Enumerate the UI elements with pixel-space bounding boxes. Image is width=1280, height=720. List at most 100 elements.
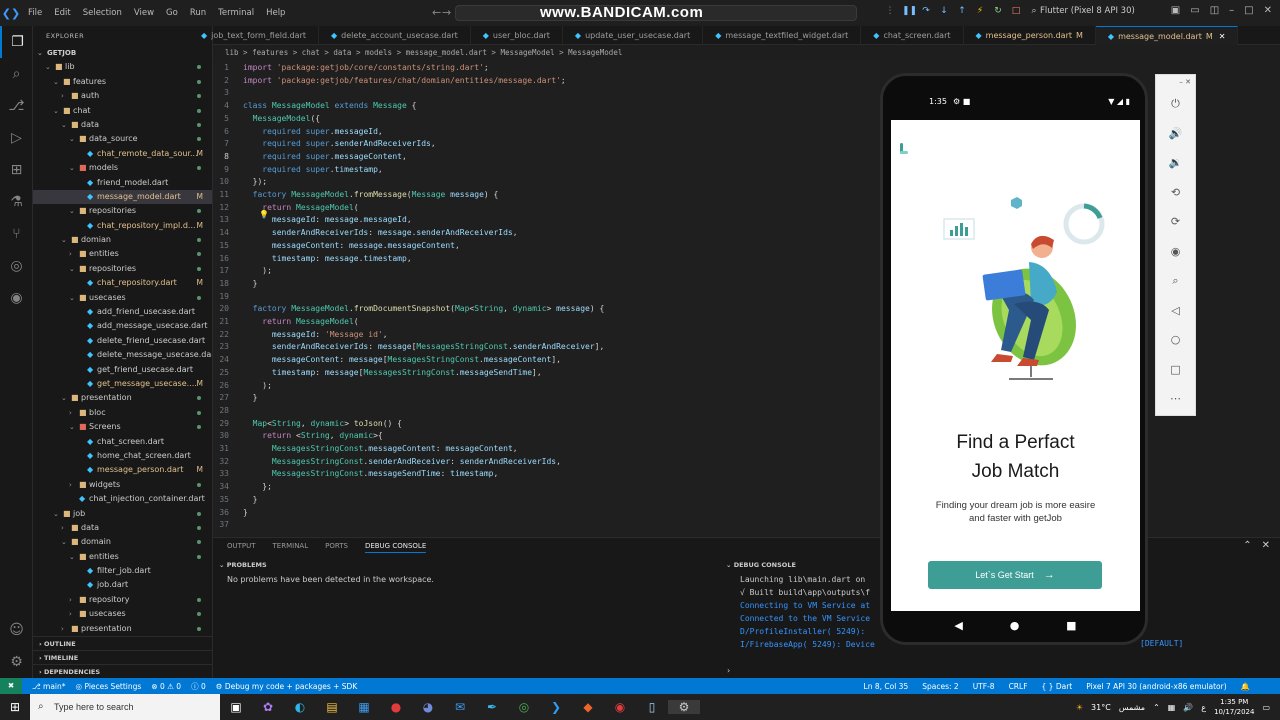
power-icon[interactable]: ⏻ [1156, 89, 1195, 119]
encoding[interactable]: UTF-8 [973, 682, 995, 691]
menu-selection[interactable]: Selection [77, 8, 128, 18]
tree-file[interactable]: ◆ chat_repository_impl.d... M [33, 219, 212, 233]
tree-folder[interactable]: ⌄ ■ domian [33, 233, 212, 247]
menu-run[interactable]: Run [184, 8, 212, 18]
devtools-icon[interactable]: ⌕ [1028, 6, 1040, 19]
forward-arrow-icon[interactable]: → [442, 6, 451, 19]
more-options-icon[interactable]: ⋯ [1156, 384, 1195, 414]
nav-home-icon[interactable]: ● [1010, 619, 1020, 632]
git-branch[interactable]: ⎇ main* [32, 682, 66, 691]
tree-folder[interactable]: ⌄ ■ chat [33, 104, 212, 118]
device-selector[interactable]: Flutter (Pixel 8 API 30) [1040, 6, 1135, 16]
tree-folder[interactable]: ⌄ ■ features [33, 75, 212, 89]
explorer-icon[interactable]: ❐ [0, 26, 33, 58]
weather-sun-icon[interactable]: ☀ [1076, 703, 1083, 712]
stop-icon[interactable]: □ [1010, 6, 1022, 19]
tab-close-icon[interactable]: ✕ [1219, 32, 1226, 41]
remote-explorer-icon[interactable]: ◉ [0, 282, 33, 314]
tree-file[interactable]: ◆ message_person.dart M [33, 463, 212, 477]
step-into-icon[interactable]: ↓ [938, 6, 950, 19]
keyboard-language[interactable]: ع [1201, 703, 1206, 712]
tree-folder[interactable]: › ■ presentation [33, 622, 212, 636]
tree-file[interactable]: ◆ get_message_usecase.... M [33, 377, 212, 391]
tree-folder[interactable]: ⌄ ■ data_source [33, 132, 212, 146]
indentation[interactable]: Spaces: 2 [922, 682, 958, 691]
emulator-close-icon[interactable]: – ✕ [1156, 75, 1195, 89]
maximize-icon[interactable]: □ [1244, 5, 1253, 16]
tree-folder[interactable]: ⌄ ■ data [33, 118, 212, 132]
tree-folder[interactable]: › ■ usecases [33, 607, 212, 621]
editor-tab[interactable]: ◆ delete_account_usecase.dart [319, 26, 471, 45]
get-started-button[interactable]: Let`s Get Start → [928, 561, 1102, 589]
overview-square-icon[interactable]: □ [1156, 355, 1195, 385]
bandicam-icon[interactable]: ◉ [604, 700, 636, 714]
tree-folder[interactable]: ⌄ ■ repositories [33, 262, 212, 276]
drag-handle-icon[interactable]: ⋮ [884, 6, 896, 19]
editor-tab[interactable]: ◆ user_bloc.dart [471, 26, 563, 45]
step-over-icon[interactable]: ↷ [920, 6, 932, 19]
discord-icon[interactable]: ◕ [412, 700, 444, 714]
panel-tab-debug-console[interactable]: DEBUG CONSOLE [364, 542, 427, 553]
minimize-icon[interactable]: – [1229, 5, 1234, 16]
menu-file[interactable]: File [22, 8, 48, 18]
tree-folder[interactable]: › ■ repository [33, 593, 212, 607]
tree-file[interactable]: ◆ add_friend_usecase.dart [33, 305, 212, 319]
copilot-icon[interactable]: ✿ [252, 700, 284, 714]
notification-icon[interactable]: ▭ [1262, 703, 1270, 712]
panel-tab-output[interactable]: OUTPUT [227, 542, 256, 553]
clock[interactable]: 1:35 PM 10/17/2024 [1214, 697, 1254, 717]
hot-reload-icon[interactable]: ⚡ [974, 6, 986, 19]
notepad-icon[interactable]: ▯ [636, 700, 668, 714]
zoom-icon[interactable]: ⌕ [1156, 266, 1195, 296]
editor-tab[interactable]: ◆ message_person.dart M [964, 26, 1096, 45]
nav-back-icon[interactable]: ◀ [954, 619, 962, 632]
tree-file[interactable]: ◆ add_message_usecase.dart [33, 319, 212, 333]
record-icon[interactable]: ● [380, 700, 412, 714]
close-panel-icon[interactable]: ✕ [1262, 540, 1270, 551]
tree-file[interactable]: ◆ message_model.dart M [33, 189, 212, 205]
problems-counter[interactable]: ⊗ 0 ⚠ 0 [151, 682, 181, 691]
git-graph-icon[interactable]: ⑂ [0, 218, 33, 250]
tree-file[interactable]: ◆ chat_remote_data_sour... M [33, 147, 212, 161]
tree-folder[interactable]: ⌄ ■ entities [33, 550, 212, 564]
tree-folder[interactable]: ⌄ ■ usecases [33, 291, 212, 305]
tree-file[interactable]: ◆ chat_injection_container.dart [33, 492, 212, 506]
dependencies-section[interactable]: › DEPENDENCIES [33, 664, 212, 678]
flutter-device[interactable]: Pixel 7 API 30 (android-x86 emulator) [1086, 682, 1226, 691]
volume-down-icon[interactable]: 🔉 [1156, 148, 1195, 178]
tree-folder[interactable]: ⌄ ■ presentation [33, 391, 212, 405]
task-view-icon[interactable]: ▣ [220, 700, 252, 714]
tree-file[interactable]: ◆ job.dart [33, 578, 212, 592]
menu-view[interactable]: View [128, 8, 160, 18]
line-ending[interactable]: CRLF [1009, 682, 1028, 691]
close-icon[interactable]: ✕ [1264, 5, 1272, 16]
android-studio-icon[interactable]: ⚙ [668, 700, 700, 714]
tree-folder[interactable]: ⌄ ■ models [33, 161, 212, 175]
panel-icon[interactable]: ▭ [1190, 5, 1199, 16]
camera-icon[interactable]: ◉ [1156, 237, 1195, 267]
store-icon[interactable]: ▦ [348, 700, 380, 714]
run-debug-icon[interactable]: ▷ [0, 122, 33, 154]
tree-file[interactable]: ◆ get_friend_usecase.dart [33, 363, 212, 377]
tree-file[interactable]: ◆ filter_job.dart [33, 564, 212, 578]
cursor-position[interactable]: Ln 8, Col 35 [864, 682, 909, 691]
editor-tab[interactable]: ◆ message_model.dart M ✕ [1095, 26, 1239, 45]
panel-tab-ports[interactable]: PORTS [325, 542, 348, 553]
tray-up-icon[interactable]: ⌃ [1153, 703, 1160, 712]
pieces-settings[interactable]: ◎ Pieces Settings [76, 682, 142, 691]
tree-folder[interactable]: › ■ data [33, 521, 212, 535]
info-counter[interactable]: ⓘ 0 [191, 681, 206, 692]
search-icon[interactable]: ⌕ [0, 58, 33, 90]
tree-file[interactable]: ◆ delete_friend_usecase.dart [33, 334, 212, 348]
workspace-root[interactable]: ⌄ GETJOB [33, 46, 212, 60]
rotate-right-icon[interactable]: ⟳ [1156, 207, 1195, 237]
problems-header[interactable]: ⌄ PROBLEMS [219, 561, 267, 569]
debug-console-header[interactable]: ⌄ DEBUG CONSOLE [726, 561, 796, 569]
tree-folder[interactable]: › ■ entities [33, 247, 212, 261]
menu-terminal[interactable]: Terminal [212, 8, 260, 18]
tree-file[interactable]: ◆ home_chat_screen.dart [33, 449, 212, 463]
step-out-icon[interactable]: ↑ [956, 6, 968, 19]
language-mode[interactable]: { } Dart [1042, 682, 1073, 691]
remote-icon[interactable]: ✖ [0, 678, 22, 694]
editor-tab[interactable]: ◆ message_textfiled_widget.dart [703, 26, 862, 45]
